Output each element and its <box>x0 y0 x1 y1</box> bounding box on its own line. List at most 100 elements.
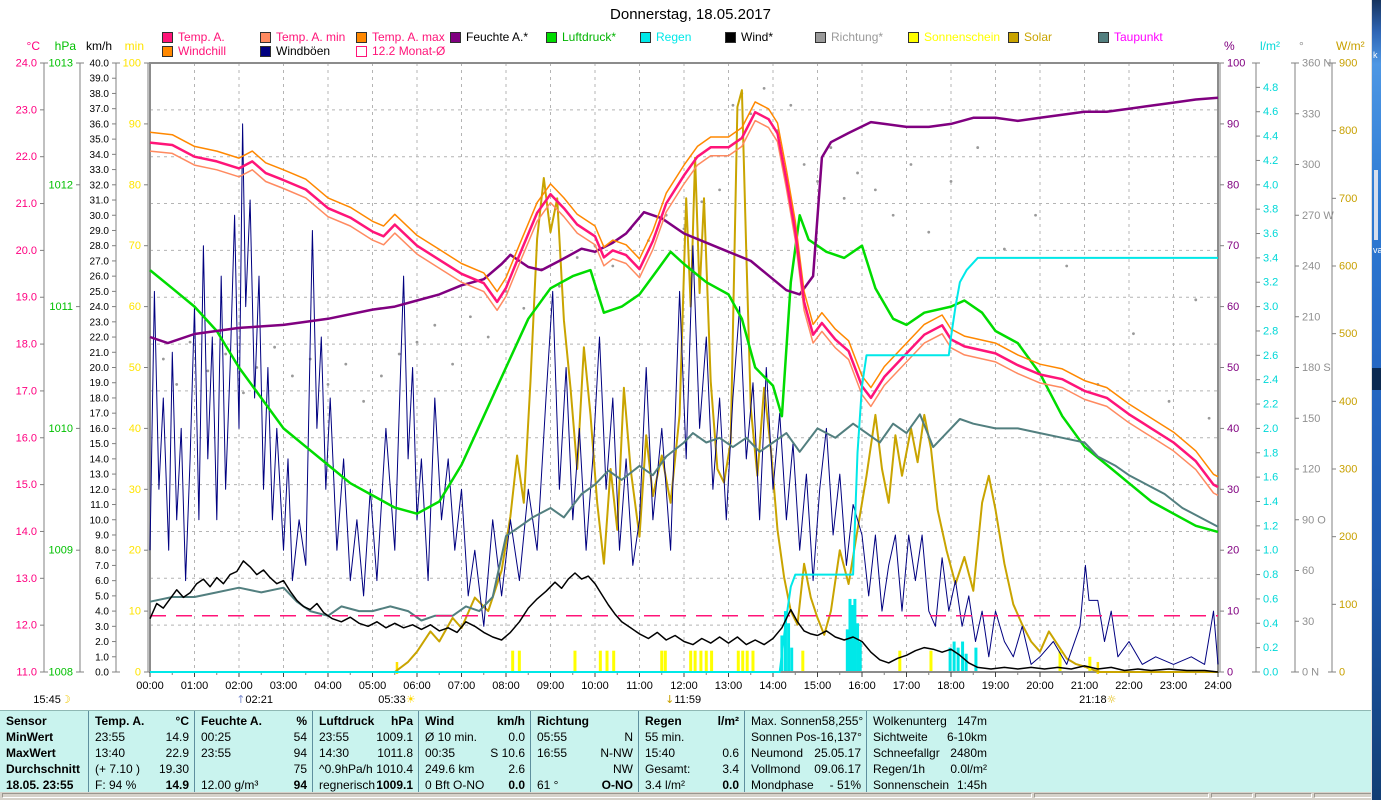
row-label: MaxWert <box>6 746 56 760</box>
table-row: 18.05. 23:55 <box>0 777 88 793</box>
series-richtung-point <box>611 264 615 268</box>
table-row: MaxWert <box>0 745 88 761</box>
stat-value: NW <box>613 762 633 776</box>
axis-tick-label-min: 30 <box>129 484 141 496</box>
series-richtung-point <box>842 196 846 200</box>
series-sonnenschein-bar <box>710 650 714 671</box>
axis-tick-label-pct: 60 <box>1227 301 1239 313</box>
series-sonnenschein-bar <box>598 650 602 671</box>
table-row: Durchschnitt <box>0 761 88 777</box>
axis-tick-label-lm2: 1.2 <box>1263 520 1278 532</box>
series-richtung-point <box>976 146 980 149</box>
x-axis-label: 16:00 <box>848 680 876 692</box>
stat-value: 1010.4 <box>376 762 413 776</box>
series-sonnenschein-bar <box>801 650 805 671</box>
axis-tick-label-min: 20 <box>129 545 141 557</box>
series-richtung-point <box>927 230 931 234</box>
status-bar-segment <box>2 793 1032 798</box>
series-richtung-point <box>1207 416 1211 420</box>
stats-sensor-column: Sensor MinWert MaxWert Durchschnitt 18.05. 2… <box>0 711 88 792</box>
axis-tick-label-kmh: 9.0 <box>95 530 109 541</box>
axis-tick-label-wm2: 400 <box>1339 396 1357 408</box>
axis-tick-label-kmh: 11.0 <box>90 500 109 511</box>
axis-tick-label-kmh: 37.0 <box>90 104 110 115</box>
axis-tick-label-temp: 14.0 <box>16 526 37 538</box>
axis-tick-label-deg: 0 N <box>1302 667 1319 679</box>
table-row: Max. Sonnen 58,255° <box>745 713 866 729</box>
table-row: Ø 10 min. 0.0 <box>419 729 530 745</box>
axis-tick-label-lm2: 1.0 <box>1263 545 1278 557</box>
series-richtung-point <box>789 103 793 107</box>
axis-tick-label-wm2: 500 <box>1339 328 1357 340</box>
series-sonnenschein-bar <box>745 650 749 671</box>
axis-tick-label-hpa: 1012 <box>49 179 73 191</box>
series-regen-rate-bar <box>853 598 857 671</box>
axis-tick-label-kmh: 18.0 <box>90 393 110 404</box>
table-row: 00:25 54 <box>195 729 312 745</box>
stat-label: Max. Sonnen <box>751 714 822 728</box>
x-axis-label: 04:00 <box>314 680 342 692</box>
table-row: Sonnen Pos -16,137° <box>745 729 866 745</box>
axis-tick-label-min: 40 <box>129 423 141 435</box>
axis-tick-label-kmh: 25.0 <box>90 287 110 298</box>
table-row: Mondphase - 51% <box>745 777 866 793</box>
column-header: Luftdruck <box>319 714 375 728</box>
background-window-dark-block <box>1372 368 1381 390</box>
stat-label: 23:55 <box>201 746 232 760</box>
series-richtung-point <box>718 188 721 192</box>
x-axis-label: 20:00 <box>1026 680 1054 692</box>
table-row: Wolkenunterg 147m <box>867 713 992 729</box>
stats-group-wolkenunterg: Wolkenunterg 147m Sichtweite 6-10km Schneefa… <box>866 711 992 792</box>
series-richtung-point <box>224 352 228 356</box>
x-axis-label: 07:00 <box>448 680 476 692</box>
stat-label: Mondphase <box>751 778 814 792</box>
stats-group-wind: Wind km/h Ø 10 min. 0.0 00:35 S 10.6 249.6 km 2… <box>418 711 530 792</box>
series-richtung-point <box>469 315 472 319</box>
stat-label: 12.00 g/m³ <box>201 778 259 792</box>
series-regen-rate-bar <box>948 647 952 671</box>
stat-label: (+ 7.10 ) <box>95 762 141 776</box>
stat-value: 0.0l/m² <box>950 762 987 776</box>
axis-tick-label-kmh: 32.0 <box>90 180 110 191</box>
axis-tick-label-kmh: 28.0 <box>90 241 110 252</box>
axis-tick-label-temp: 20.0 <box>16 245 37 257</box>
axis-tick-label-deg: 150 <box>1302 413 1320 425</box>
series-richtung-point <box>1065 264 1069 268</box>
axis-tick-label-kmh: 17.0 <box>90 409 110 420</box>
table-row: Sensor <box>0 713 88 729</box>
axis-tick-label-deg: 240 <box>1302 261 1320 273</box>
x-axis-label: 06:00 <box>403 680 431 692</box>
stat-value: 0.0 <box>722 778 739 792</box>
x-axis-label: 05:00 <box>359 680 387 692</box>
axis-tick-label-kmh: 34.0 <box>90 150 110 161</box>
column-unit: °C <box>175 714 189 728</box>
series-richtung-point <box>816 180 819 183</box>
series-richtung-point <box>486 335 490 339</box>
axis-tick-label-hpa: 1013 <box>49 58 73 70</box>
series-richtung-point <box>522 306 526 310</box>
series-richtung-point <box>1132 332 1135 336</box>
table-row: 05:55 N <box>531 729 638 745</box>
x-axis-label: 11:00 <box>626 680 653 692</box>
series-regen-rate-bar <box>856 623 860 671</box>
x-axis-label: 19:00 <box>982 680 1010 692</box>
series-richtung-point <box>326 383 330 386</box>
axis-tick-label-deg: 270 W <box>1302 210 1334 222</box>
axis-tick-label-hpa: 1011 <box>49 301 73 313</box>
column-header: Wind <box>425 714 455 728</box>
axis-tick-label-kmh: 3.0 <box>95 622 109 633</box>
table-row: NW <box>531 761 638 777</box>
stat-value: - 51% <box>829 778 861 792</box>
stat-value: 1:45h <box>956 778 987 792</box>
axis-unit-lm2: l/m² <box>1260 39 1280 53</box>
axis-tick-label-kmh: 4.0 <box>95 607 109 618</box>
column-header: Feuchte A. <box>201 714 262 728</box>
stat-value: 2480m <box>950 746 987 760</box>
axis-tick-label-wm2: 0 <box>1339 667 1345 679</box>
series-sonnenschein-bar <box>929 650 933 671</box>
axis-tick-label-min: 10 <box>129 606 141 618</box>
table-row: Regen/1h 0.0l/m² <box>867 761 992 777</box>
x-axis-label: 21:00 <box>1071 680 1099 692</box>
axis-unit-wm2: W/m² <box>1336 39 1365 53</box>
x-axis-label: 01:00 <box>181 680 209 692</box>
